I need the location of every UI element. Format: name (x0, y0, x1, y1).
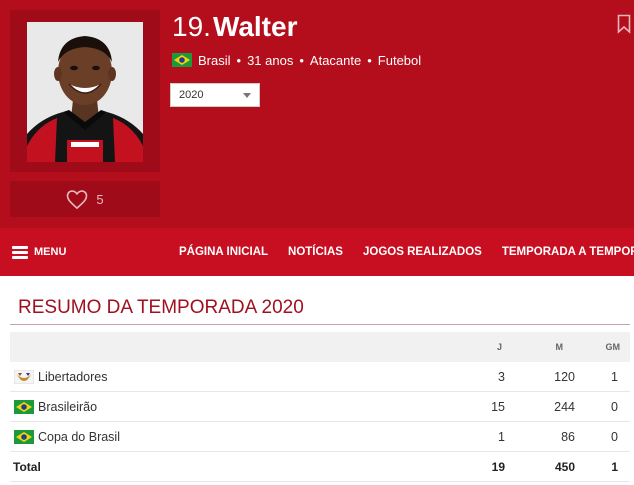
separator-dot: • (236, 52, 242, 68)
total-label: Total (13, 459, 41, 474)
chevron-down-icon (243, 93, 251, 98)
competition-name: Brasileirão (38, 399, 98, 414)
minutes-value: 244 (554, 399, 575, 414)
competition-name: Libertadores (38, 369, 108, 384)
games-value: 3 (498, 369, 505, 384)
table-header: J M GM (10, 332, 630, 362)
player-sport: Futebol (377, 52, 422, 68)
bookmark-icon[interactable] (617, 14, 631, 34)
goals-value: 1 (611, 369, 618, 384)
total-minutes: 450 (554, 459, 575, 474)
player-country: Brasil (198, 52, 231, 68)
nav-link-news[interactable]: NOTÍCIAS (288, 246, 343, 258)
table-row[interactable]: Copa do Brasil 1 86 0 (10, 422, 630, 452)
player-surname: Walter (212, 11, 298, 42)
column-header-m: M (555, 342, 564, 352)
table-row[interactable]: Libertadores 3 120 1 (10, 362, 630, 392)
like-button[interactable]: 5 (10, 181, 160, 217)
minutes-value: 86 (561, 429, 575, 444)
brazil-flag-icon (14, 399, 34, 414)
page-title: 19.Walter (172, 9, 297, 50)
player-photo (27, 22, 143, 162)
table-total-row: Total 19 450 1 (10, 452, 630, 482)
main-nav: MENU PÁGINA INICIAL NOTÍCIAS JOGOS REALI… (0, 228, 634, 276)
player-age: 31 anos (247, 52, 294, 68)
minutes-value: 120 (554, 369, 575, 384)
nav-link-home[interactable]: PÁGINA INICIAL (179, 246, 268, 258)
section-title: RESUMO DA TEMPORADA 2020 (18, 297, 304, 318)
total-goals: 1 (611, 459, 618, 474)
season-stats-table: J M GM Libertadores 3 120 1 Brasileirão … (10, 332, 630, 482)
nav-link-seasons[interactable]: TEMPORADA A TEMPORADA (502, 246, 634, 258)
like-count: 5 (96, 191, 104, 207)
brazil-flag-icon (172, 53, 192, 67)
heart-icon (67, 189, 88, 209)
column-header-j: J (496, 342, 502, 352)
libertadores-logo-icon (14, 369, 34, 384)
nav-links: PÁGINA INICIAL NOTÍCIAS JOGOS REALIZADOS… (179, 228, 634, 276)
player-info: Brasil • 31 anos • Atacante • Futebol (172, 51, 421, 69)
goals-value: 0 (611, 429, 618, 444)
brazil-flag-icon (14, 429, 34, 444)
nav-link-matches[interactable]: JOGOS REALIZADOS (363, 246, 482, 258)
competition-name: Copa do Brasil (38, 429, 120, 444)
season-select-value: 2020 (179, 89, 204, 101)
hamburger-icon (12, 245, 28, 259)
player-photo-frame (10, 10, 160, 172)
player-number: 19. (172, 11, 211, 42)
menu-label: MENU (34, 246, 67, 258)
games-value: 15 (491, 399, 505, 414)
menu-button[interactable]: MENU (12, 245, 67, 259)
table-row[interactable]: Brasileirão 15 244 0 (10, 392, 630, 422)
separator-dot: • (367, 52, 372, 68)
total-games: 19 (491, 459, 505, 474)
goals-value: 0 (611, 399, 618, 414)
season-select[interactable]: 2020 (170, 83, 260, 107)
column-header-gm: GM (605, 342, 621, 352)
games-value: 1 (498, 429, 505, 444)
player-position: Atacante (309, 52, 362, 68)
player-header: 5 19.Walter Brasil • 31 anos • Atacante … (0, 0, 634, 228)
separator-dot: • (299, 52, 304, 68)
divider (10, 324, 630, 325)
